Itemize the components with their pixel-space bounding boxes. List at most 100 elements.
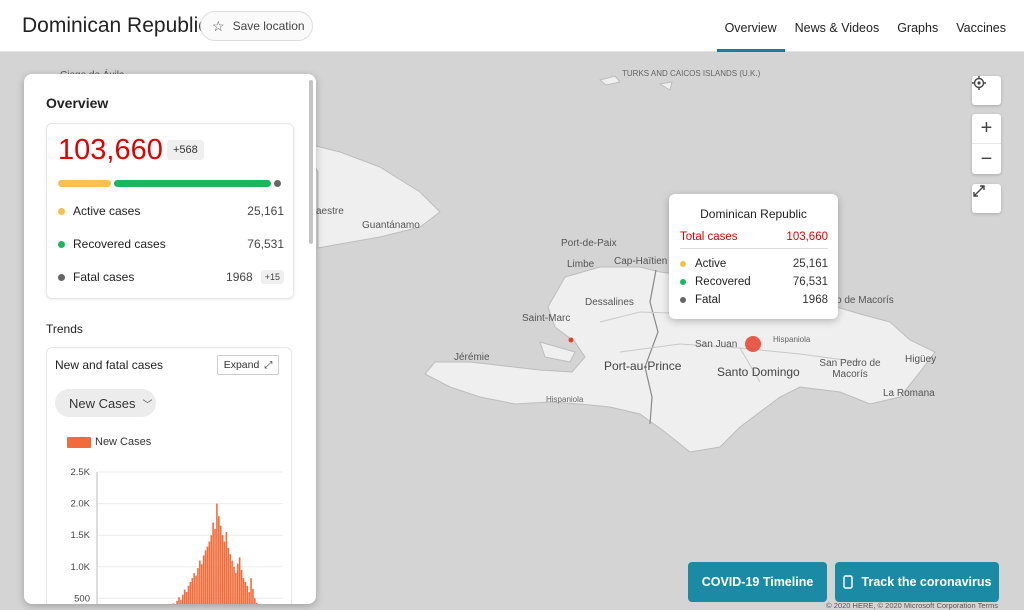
chart-bar <box>185 592 188 604</box>
chart-bar <box>197 568 199 604</box>
tooltip-row-recovered: Recovered 76,531 <box>680 276 828 288</box>
nav-tabs: Overview News & Videos Graphs Vaccines <box>707 0 1006 52</box>
page-title: Dominican Republic <box>22 14 209 37</box>
chart-bar <box>229 554 231 604</box>
tab-vaccines[interactable]: Vaccines <box>956 0 1006 52</box>
panel-title: Overview <box>46 95 109 111</box>
chart-bar <box>254 598 256 604</box>
new-cases-chart: 2.5K 2.0K 1.5K 1.0K 500 <box>70 467 283 604</box>
trends-heading: Trends <box>46 322 83 336</box>
chart-bar <box>235 573 237 604</box>
stat-value: 25,161 <box>247 204 284 218</box>
total-delta-badge: +568 <box>167 140 204 160</box>
chart-bar <box>189 581 192 604</box>
legend-swatch <box>67 436 91 448</box>
tooltip-row-value: 76,531 <box>792 276 828 288</box>
fatal-delta-badge: +15 <box>260 270 284 284</box>
recovered-dot-icon <box>58 240 65 248</box>
locate-icon <box>972 76 986 90</box>
panel-scrollbar[interactable] <box>309 80 313 244</box>
stat-value: 76,531 <box>247 237 284 251</box>
covid-timeline-button[interactable]: COVID-19 Timeline <box>688 562 827 602</box>
chart-bar <box>210 535 213 604</box>
tooltip-row-label: Fatal <box>695 294 721 306</box>
tooltip-row-fatal: Fatal 1968 <box>680 294 828 306</box>
map-label-higuey: Higüey <box>905 354 937 365</box>
map-label-la-romana: La Romana <box>883 388 935 399</box>
chart-bar <box>227 547 230 604</box>
chart-bar <box>244 581 247 604</box>
star-icon: ☆ <box>212 17 225 34</box>
map-label-turks: TURKS AND CAICOS ISLANDS (U.K.) <box>622 69 761 78</box>
chart-bar <box>176 600 178 604</box>
fatal-dot-icon <box>680 297 686 303</box>
turks-islands <box>598 75 673 91</box>
chart-bar <box>218 516 220 604</box>
save-location-button[interactable]: ☆ Save location <box>200 11 313 41</box>
map-label-hispaniola-east: Hispaniola <box>773 335 811 344</box>
active-dot-icon <box>58 207 65 215</box>
track-label: Track the coronavirus <box>861 575 992 589</box>
tooltip-row-active: Active 25,161 <box>680 258 828 270</box>
map-label-dessalines: Dessalines <box>585 297 634 308</box>
map-label-limbe: Limbe <box>567 259 595 270</box>
chart-bar <box>180 599 182 604</box>
outbreak-dot <box>568 337 574 343</box>
y-tick-label: 500 <box>74 593 90 604</box>
chart-bar <box>238 557 241 604</box>
tooltip-row-label: Active <box>695 258 727 270</box>
stat-row-active: Active cases 25,161 <box>58 204 284 218</box>
chart-bar <box>199 560 201 604</box>
phone-icon <box>842 575 853 589</box>
top-header: Dominican Republic ☆ Save location Overv… <box>0 0 1024 52</box>
map-label-aestre: aestre <box>316 206 344 217</box>
tab-overview[interactable]: Overview <box>716 0 785 52</box>
legend-label: New Cases <box>95 436 152 448</box>
chart-bar <box>214 528 216 604</box>
zoom-in-button[interactable]: + <box>972 114 1001 144</box>
chart-bar <box>225 532 228 604</box>
stat-row-fatal: Fatal cases 1968 +15 <box>58 270 284 284</box>
fatal-bar <box>274 180 281 187</box>
tab-news-videos[interactable]: News & Videos <box>795 0 880 52</box>
chart-bar <box>183 589 186 604</box>
save-location-label: Save location <box>232 19 305 33</box>
chart-bar <box>181 594 184 604</box>
tab-graphs[interactable]: Graphs <box>897 0 938 52</box>
zoom-out-button[interactable]: − <box>972 144 1001 174</box>
metric-select[interactable]: New Cases ﹀ <box>55 389 156 417</box>
chart-bar <box>191 578 194 604</box>
chart-bar <box>221 535 224 604</box>
chart-bar <box>255 602 258 604</box>
chart-bar <box>246 585 249 604</box>
fatal-dot-icon <box>58 273 65 281</box>
y-tick-label: 1.0K <box>70 562 90 573</box>
locate-me-button[interactable] <box>972 76 1001 105</box>
chart-bar <box>216 503 218 604</box>
expand-arrow-icon: ⤢ <box>264 359 273 371</box>
map-label-hispaniola-west: Hispaniola <box>546 395 584 404</box>
stat-label: Active cases <box>73 204 141 218</box>
expand-icon <box>973 185 985 197</box>
chart-bar <box>193 573 195 604</box>
chevron-down-icon: ﹀ <box>142 399 153 411</box>
chart-bar <box>231 560 233 604</box>
total-cases: 103,660 <box>58 134 163 166</box>
tooltip-row-value: 25,161 <box>792 258 828 270</box>
stat-value: 1968 <box>226 270 253 284</box>
map-label-san-juan: San Juan <box>695 339 738 350</box>
chart-bar <box>202 555 205 604</box>
chart-bar <box>212 522 214 604</box>
track-coronavirus-button[interactable]: Track the coronavirus <box>835 562 999 602</box>
gonave-island <box>539 341 576 363</box>
y-tick-label: 2.5K <box>70 467 90 478</box>
expand-chart-button[interactable]: Expand ⤢ <box>217 355 279 375</box>
fullscreen-button[interactable] <box>972 184 1001 213</box>
chart-bar <box>172 603 175 604</box>
y-tick-label: 1.5K <box>70 530 90 541</box>
stat-label: Fatal cases <box>73 270 135 284</box>
map-label-cap-haitien: Cap-Haïtien <box>614 256 668 267</box>
y-tick-label: 2.0K <box>70 499 90 510</box>
map-label-macoris: o de Macorís <box>836 295 894 306</box>
overview-panel: Overview 103,660 +568 Active cases 25,16… <box>24 74 316 604</box>
